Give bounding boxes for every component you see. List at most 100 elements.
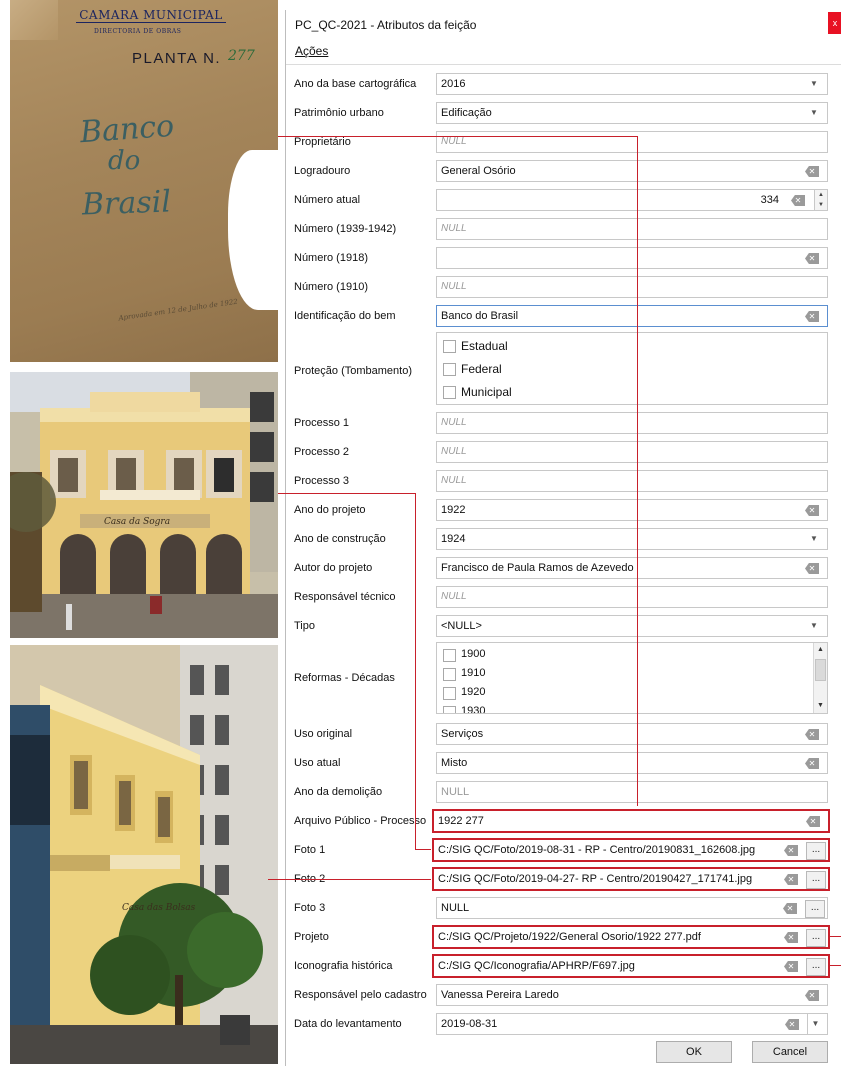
- file-iconografia[interactable]: C:/SIG QC/Iconografia/APHRP/F697.jpg ✕ .…: [432, 954, 830, 978]
- browse-button[interactable]: ...: [806, 842, 826, 860]
- browse-button[interactable]: ...: [806, 958, 826, 976]
- menu-acoes[interactable]: Ações: [295, 44, 328, 58]
- input-ano-projeto-value: 1922: [441, 504, 466, 516]
- clear-text-icon[interactable]: ✕: [805, 563, 819, 574]
- label-uso-original: Uso original: [294, 728, 353, 740]
- clear-text-icon[interactable]: ✕: [805, 505, 819, 516]
- label-processo2: Processo 2: [294, 446, 350, 458]
- scroll-up-icon[interactable]: ▲: [814, 643, 827, 657]
- label-logradouro: Logradouro: [294, 165, 351, 177]
- reformas-scrollbar[interactable]: ▲ ▼: [813, 643, 827, 713]
- file-foto1[interactable]: C:/SIG QC/Foto/2019-08-31 - RP - Centro/…: [432, 838, 830, 862]
- input-responsavel-tecnico[interactable]: NULL: [436, 586, 828, 608]
- clear-text-icon[interactable]: ✕: [783, 903, 797, 914]
- clear-text-icon[interactable]: ✕: [805, 311, 819, 322]
- browse-button[interactable]: ...: [806, 871, 826, 889]
- browse-button[interactable]: ...: [806, 929, 826, 947]
- checkbox-1910-label: 1910: [461, 667, 486, 679]
- checkbox-1920[interactable]: [443, 687, 456, 700]
- plan-handwriting-3: Brasil: [81, 184, 172, 223]
- annotation-line-projeto: [829, 936, 841, 937]
- clear-text-icon[interactable]: ✕: [784, 845, 798, 856]
- label-identificacao: Identificação do bem: [294, 310, 396, 322]
- spin-arrows-icon[interactable]: ▲ ▼: [814, 189, 828, 211]
- facade-2-sign: Casa das Bolsas: [122, 903, 196, 913]
- clear-text-icon[interactable]: ✕: [791, 195, 805, 206]
- close-button[interactable]: x: [828, 12, 841, 34]
- label-foto1: Foto 1: [294, 844, 326, 856]
- clear-text-icon[interactable]: ✕: [784, 961, 798, 972]
- input-uso-atual[interactable]: Misto ✕: [436, 752, 828, 774]
- spinbox-numero-atual[interactable]: 334 ✕ ▲ ▼: [436, 189, 828, 211]
- chevron-down-icon[interactable]: ▼: [809, 79, 819, 89]
- annotation-line-plan-vertical: [637, 136, 638, 806]
- combo-ano-base[interactable]: 2016 ▼: [436, 73, 828, 95]
- input-processo3-value: NULL: [441, 475, 467, 486]
- checkbox-1930[interactable]: [443, 706, 456, 713]
- cancel-button[interactable]: Cancel: [752, 1041, 828, 1063]
- clear-text-icon[interactable]: ✕: [784, 932, 798, 943]
- input-ano-projeto[interactable]: 1922 ✕: [436, 499, 828, 521]
- input-autor[interactable]: Francisco de Paula Ramos de Azevedo ✕: [436, 557, 828, 579]
- chevron-down-icon[interactable]: ▼: [809, 621, 819, 631]
- input-ano-demolicao-value: NULL: [441, 786, 470, 798]
- date-data-levantamento[interactable]: 2019-08-31 ✕ ▼: [436, 1013, 828, 1035]
- browse-button[interactable]: ...: [805, 900, 825, 918]
- checkbox-federal-label: Federal: [461, 362, 502, 376]
- dialog-title: PC_QC-2021 - Atributos da feição: [295, 18, 477, 32]
- input-proprietario[interactable]: NULL: [436, 131, 828, 153]
- checkbox-municipal[interactable]: [443, 386, 456, 399]
- checkbox-estadual[interactable]: [443, 340, 456, 353]
- plan-title: PLANTA N.: [132, 50, 222, 67]
- facade-photo-1: Casa da Sogra: [10, 372, 278, 638]
- input-processo2-value: NULL: [441, 446, 467, 457]
- checkbox-federal[interactable]: [443, 363, 456, 376]
- input-arquivo-publico[interactable]: 1922 277 ✕: [432, 809, 830, 833]
- clear-text-icon[interactable]: ✕: [805, 166, 819, 177]
- input-numero-1939[interactable]: NULL: [436, 218, 828, 240]
- facade-photo-2: Casa das Bolsas: [10, 645, 278, 1064]
- label-arquivo-publico: Arquivo Público - Processo: [294, 815, 427, 827]
- input-processo1[interactable]: NULL: [436, 412, 828, 434]
- label-numero-1939: Número (1939-1942): [294, 223, 397, 235]
- file-foto2[interactable]: C:/SIG QC/Foto/2019-04-27- RP - Centro/2…: [432, 867, 830, 891]
- checklist-reformas[interactable]: 1900 1910 1920 1930 ▲ ▼: [436, 642, 828, 714]
- clear-text-icon[interactable]: ✕: [806, 816, 820, 827]
- label-reformas: Reformas - Décadas: [294, 672, 395, 684]
- ok-button[interactable]: OK: [656, 1041, 732, 1063]
- file-projeto[interactable]: C:/SIG QC/Projeto/1922/General Osorio/19…: [432, 925, 830, 949]
- label-data-levantamento: Data do levantamento: [294, 1018, 402, 1030]
- facade-2-illustration: [10, 645, 278, 1064]
- input-responsavel-cadastro[interactable]: Vanessa Pereira Laredo ✕: [436, 984, 828, 1006]
- file-foto3[interactable]: NULL ✕ ...: [436, 897, 828, 919]
- label-ano-demolicao: Ano da demolição: [294, 786, 383, 798]
- clear-text-icon[interactable]: ✕: [805, 729, 819, 740]
- input-processo3[interactable]: NULL: [436, 470, 828, 492]
- input-numero-1910[interactable]: NULL: [436, 276, 828, 298]
- input-identificacao[interactable]: Banco do Brasil ✕: [436, 305, 828, 327]
- clear-text-icon[interactable]: ✕: [805, 758, 819, 769]
- combo-tipo[interactable]: <NULL> ▼: [436, 615, 828, 637]
- input-numero-1918[interactable]: ✕: [436, 247, 828, 269]
- input-uso-original[interactable]: Serviços ✕: [436, 723, 828, 745]
- chevron-down-icon[interactable]: ▼: [809, 534, 819, 544]
- input-logradouro[interactable]: General Osório ✕: [436, 160, 828, 182]
- clear-text-icon[interactable]: ✕: [784, 874, 798, 885]
- input-ano-demolicao[interactable]: NULL: [436, 781, 828, 803]
- clear-text-icon[interactable]: ✕: [785, 1019, 799, 1030]
- checkbox-1900[interactable]: [443, 649, 456, 662]
- clear-text-icon[interactable]: ✕: [805, 253, 819, 264]
- input-processo2[interactable]: NULL: [436, 441, 828, 463]
- dialog-titlebar[interactable]: PC_QC-2021 - Atributos da feição x: [286, 10, 841, 40]
- combo-tipo-value: <NULL>: [441, 620, 482, 632]
- chevron-down-icon[interactable]: ▼: [807, 1014, 823, 1034]
- input-logradouro-value: General Osório: [441, 165, 516, 177]
- chevron-down-icon[interactable]: ▼: [809, 108, 819, 118]
- plan-subheader: DIRECTORIA DE OBRAS: [94, 28, 182, 35]
- combo-ano-construcao[interactable]: 1924 ▼: [436, 528, 828, 550]
- scroll-down-icon[interactable]: ▼: [814, 699, 827, 713]
- scroll-thumb[interactable]: [815, 659, 826, 681]
- combo-patrimonio[interactable]: Edificação ▼: [436, 102, 828, 124]
- clear-text-icon[interactable]: ✕: [805, 990, 819, 1001]
- checkbox-1910[interactable]: [443, 668, 456, 681]
